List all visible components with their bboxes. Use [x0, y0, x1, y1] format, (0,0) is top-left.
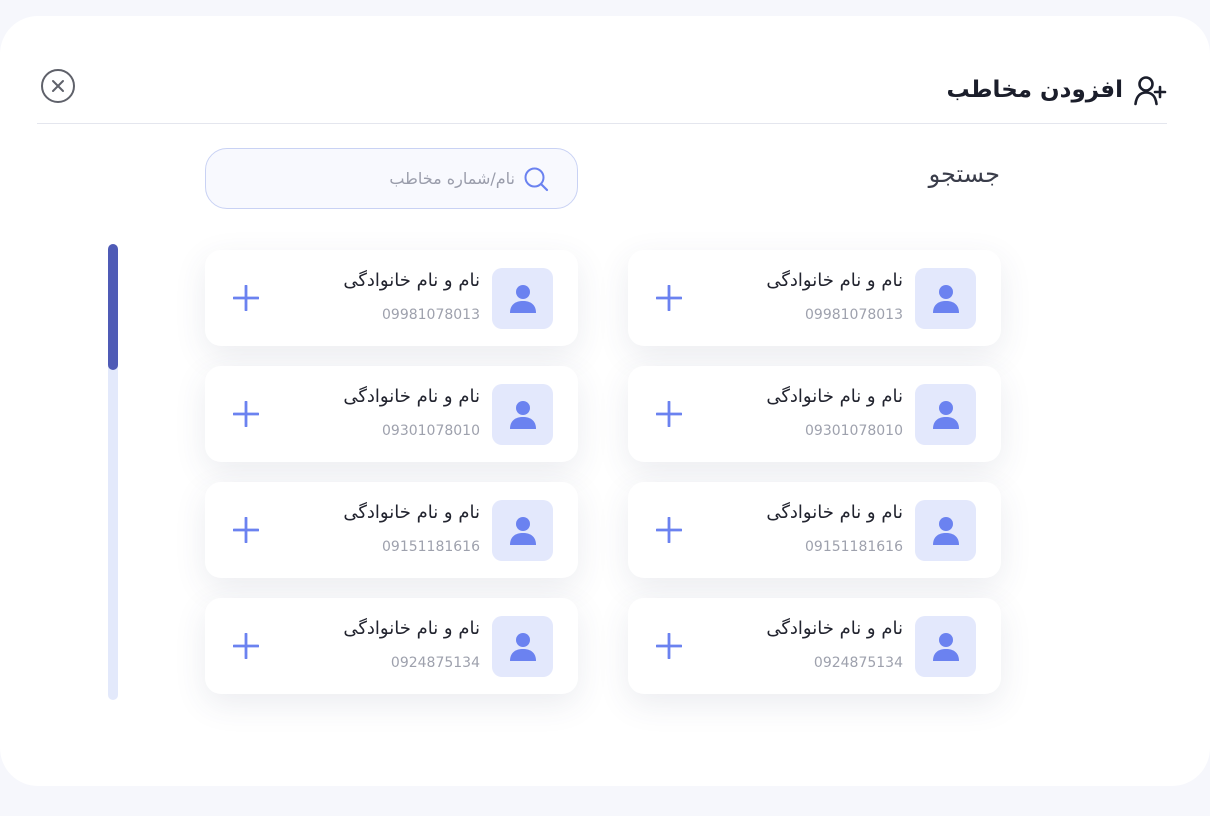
add-contact-button[interactable] [233, 401, 259, 427]
contact-phone: 09151181616 [382, 539, 480, 555]
add-contact-button[interactable] [656, 517, 682, 543]
avatar [492, 500, 553, 561]
user-avatar-icon [509, 516, 536, 545]
scrollbar-track[interactable] [108, 244, 118, 700]
avatar [492, 616, 553, 677]
search-input[interactable] [215, 169, 515, 188]
avatar [915, 384, 976, 445]
modal-header: افزودن مخاطب [37, 16, 1167, 124]
contact-name: نام و نام خانوادگی [766, 502, 903, 523]
add-contact-button[interactable] [656, 633, 682, 659]
avatar [915, 616, 976, 677]
add-contact-button[interactable] [656, 285, 682, 311]
avatar [915, 500, 976, 561]
user-avatar-icon [932, 284, 959, 313]
user-avatar-icon [932, 400, 959, 429]
contact-card: نام و نام خانوادگی 09981078013 [205, 250, 578, 346]
search-box[interactable] [205, 148, 578, 209]
avatar [492, 268, 553, 329]
title-wrap: افزودن مخاطب [947, 72, 1167, 108]
user-avatar-icon [932, 516, 959, 545]
contact-phone: 09981078013 [382, 307, 480, 323]
contact-card: نام و نام خانوادگی 0924875134 [205, 598, 578, 694]
contact-name: نام و نام خانوادگی [766, 618, 903, 639]
contact-name: نام و نام خانوادگی [343, 386, 480, 407]
scrollbar-thumb[interactable] [108, 244, 118, 370]
contact-card: نام و نام خانوادگی 09981078013 [628, 250, 1001, 346]
avatar [915, 268, 976, 329]
search-icon [524, 167, 549, 191]
close-icon [52, 80, 64, 92]
add-contact-button[interactable] [233, 285, 259, 311]
contact-name: نام و نام خانوادگی [343, 270, 480, 291]
search-label: جستجو [928, 160, 1000, 188]
contact-phone: 09301078010 [382, 423, 480, 439]
contact-card: نام و نام خانوادگی 09151181616 [628, 482, 1001, 578]
add-contact-button[interactable] [656, 401, 682, 427]
contact-phone: 09981078013 [805, 307, 903, 323]
contact-phone: 09301078010 [805, 423, 903, 439]
contact-phone: 09151181616 [805, 539, 903, 555]
contact-name: نام و نام خانوادگی [343, 502, 480, 523]
user-avatar-icon [509, 632, 536, 661]
contact-card: نام و نام خانوادگی 09151181616 [205, 482, 578, 578]
contact-name: نام و نام خانوادگی [766, 270, 903, 291]
add-contact-button[interactable] [233, 633, 259, 659]
avatar [492, 384, 553, 445]
user-avatar-icon [509, 400, 536, 429]
close-button[interactable] [41, 69, 75, 103]
add-contact-button[interactable] [233, 517, 259, 543]
contact-name: نام و نام خانوادگی [766, 386, 903, 407]
modal-title: افزودن مخاطب [946, 77, 1123, 103]
user-add-icon [1134, 76, 1167, 106]
user-avatar-icon [509, 284, 536, 313]
contact-card: نام و نام خانوادگی 09301078010 [205, 366, 578, 462]
contact-phone: 0924875134 [390, 655, 480, 671]
contact-card: نام و نام خانوادگی 09301078010 [628, 366, 1001, 462]
contact-name: نام و نام خانوادگی [343, 618, 480, 639]
contact-card: نام و نام خانوادگی 0924875134 [628, 598, 1001, 694]
add-contact-modal: افزودن مخاطب جستجو نام و نام خانوادگی 09… [0, 16, 1210, 786]
contact-phone: 0924875134 [813, 655, 903, 671]
user-avatar-icon [932, 632, 959, 661]
